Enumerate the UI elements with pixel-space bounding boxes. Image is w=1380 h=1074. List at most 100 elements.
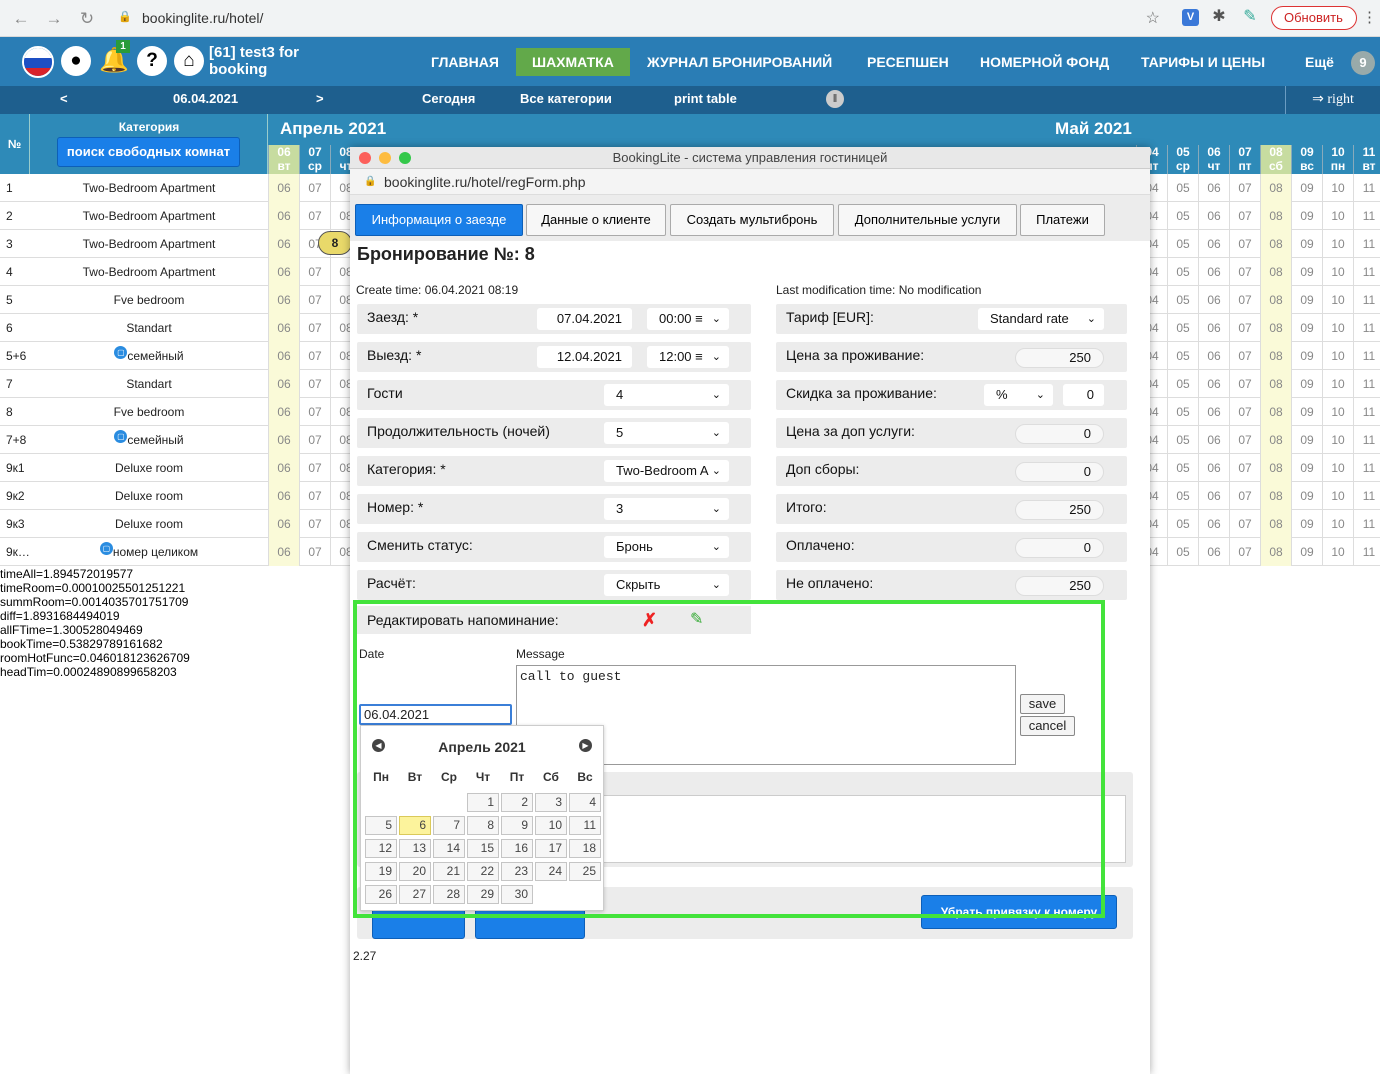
grid-cell[interactable]: 10 [1322,230,1353,258]
menu-main[interactable]: ГЛАВНАЯ [431,54,499,70]
grid-cell[interactable]: 07 [1229,230,1260,258]
grid-cell[interactable]: 05 [1167,202,1198,230]
grid-cell[interactable]: 07 [299,174,330,202]
grid-cell[interactable]: 06 [1198,482,1229,510]
grid-cell[interactable]: 11 [1353,426,1380,454]
tariff-select[interactable]: Standard rate ⌄ [978,308,1104,330]
category-select[interactable]: Two-Bedroom A ⌄ [604,460,729,482]
grid-cell[interactable]: 07 [1229,482,1260,510]
grid-cell[interactable]: 07 [299,482,330,510]
maximize-window-icon[interactable] [399,152,411,164]
grid-cell[interactable]: 11 [1353,398,1380,426]
browser-menu-icon[interactable]: ⋮ [1362,8,1377,26]
grid-cell[interactable]: 07 [299,258,330,286]
grid-cell[interactable]: 11 [1353,314,1380,342]
grid-cell[interactable]: 06 [1198,370,1229,398]
grid-cell[interactable]: 08 [1260,230,1291,258]
grid-cell[interactable]: 05 [1167,342,1198,370]
print-table-button[interactable]: print table [674,91,737,106]
grid-cell[interactable]: 06 [268,258,299,286]
status-select[interactable]: Бронь ⌄ [604,536,729,558]
grid-cell[interactable]: 05 [1167,230,1198,258]
grid-cell[interactable]: 07 [1229,426,1260,454]
grid-cell[interactable]: 10 [1322,538,1353,566]
grid-cell[interactable]: 11 [1353,258,1380,286]
grid-cell[interactable]: 06 [1198,538,1229,566]
row-category[interactable]: Two-Bedroom Apartment [30,237,268,251]
grid-cell[interactable]: 06 [1198,286,1229,314]
grid-cell[interactable]: 11 [1353,370,1380,398]
current-date[interactable]: 06.04.2021 [173,91,238,106]
grid-cell[interactable]: 08 [1260,342,1291,370]
grid-cell[interactable]: 05 [1167,286,1198,314]
grid-cell[interactable]: 09 [1291,286,1322,314]
grid-cell[interactable]: 07 [1229,314,1260,342]
grid-cell[interactable]: 06 [1198,398,1229,426]
close-window-icon[interactable] [359,152,371,164]
tab-checkin-info[interactable]: Информация о заезде [355,204,523,236]
nights-select[interactable]: 5 ⌄ [604,422,729,444]
grid-cell[interactable]: 11 [1353,482,1380,510]
grid-cell[interactable]: 11 [1353,174,1380,202]
bookmark-star-icon[interactable]: ☆ [1146,8,1160,28]
row-category[interactable]: Two-Bedroom Apartment [30,265,268,279]
extension-v-icon[interactable]: V [1182,9,1199,26]
grid-cell[interactable]: 09 [1291,510,1322,538]
grid-cell[interactable]: 10 [1322,454,1353,482]
scroll-toggle-icon[interactable]: ‖ [826,90,844,108]
grid-cell[interactable]: 06 [268,230,299,258]
grid-cell[interactable]: 08 [1260,426,1291,454]
grid-cell[interactable]: 11 [1353,342,1380,370]
home-icon[interactable]: ⌂ [174,46,204,76]
grid-cell[interactable]: 09 [1291,482,1322,510]
grid-cell[interactable]: 08 [1260,510,1291,538]
grid-cell[interactable]: 11 [1353,510,1380,538]
row-category[interactable]: ▢ семейный [30,430,268,447]
grid-cell[interactable]: 10 [1322,482,1353,510]
grid-cell[interactable]: 07 [1229,174,1260,202]
room-select[interactable]: 3 ⌄ [604,498,729,520]
grid-cell[interactable]: 07 [299,286,330,314]
grid-cell[interactable]: 05 [1167,454,1198,482]
grid-cell[interactable]: 10 [1322,510,1353,538]
update-button[interactable]: Обновить [1271,6,1357,30]
grid-cell[interactable]: 05 [1167,370,1198,398]
grid-cell[interactable]: 09 [1291,538,1322,566]
grid-cell[interactable]: 08 [1260,314,1291,342]
grid-cell[interactable]: 10 [1322,370,1353,398]
grid-cell[interactable]: 07 [1229,258,1260,286]
grid-cell[interactable]: 05 [1167,314,1198,342]
row-category[interactable]: Standart [30,321,268,335]
grid-cell[interactable]: 11 [1353,286,1380,314]
extensions-puzzle-icon[interactable]: ✱ [1209,7,1229,27]
menu-chessboard[interactable]: ШАХМАТКА [532,54,614,70]
search-free-rooms-button[interactable]: поиск свободных комнат [57,137,240,167]
grid-cell[interactable]: 08 [1260,398,1291,426]
grid-cell[interactable]: 05 [1167,482,1198,510]
grid-cell[interactable]: 07 [299,510,330,538]
grid-cell[interactable]: 05 [1167,510,1198,538]
grid-cell[interactable]: 11 [1353,230,1380,258]
grid-cell[interactable]: 06 [268,202,299,230]
grid-cell[interactable]: 09 [1291,258,1322,286]
row-category[interactable]: Deluxe room [30,461,268,475]
grid-cell[interactable]: 08 [1260,286,1291,314]
tab-extra-services[interactable]: Дополнительные услуги [838,204,1017,236]
grid-cell[interactable]: 06 [268,482,299,510]
grid-cell[interactable]: 06 [1198,174,1229,202]
grid-cell[interactable]: 06 [1198,454,1229,482]
calc-select[interactable]: Скрыть ⌄ [604,574,729,596]
grid-cell[interactable]: 06 [268,510,299,538]
tab-payments[interactable]: Платежи [1020,204,1105,236]
language-flag-icon[interactable] [22,46,54,78]
checkin-date-input[interactable]: 07.04.2021 [537,308,632,330]
grid-cell[interactable]: 06 [1198,342,1229,370]
grid-cell[interactable]: 06 [268,538,299,566]
grid-cell[interactable]: 09 [1291,314,1322,342]
grid-cell[interactable]: 07 [1229,454,1260,482]
tab-client-data[interactable]: Данные о клиенте [526,204,666,236]
checkout-date-input[interactable]: 12.04.2021 [537,346,632,368]
grid-cell[interactable]: 07 [299,370,330,398]
row-category[interactable]: Two-Bedroom Apartment [30,181,268,195]
grid-cell[interactable]: 08 [1260,258,1291,286]
